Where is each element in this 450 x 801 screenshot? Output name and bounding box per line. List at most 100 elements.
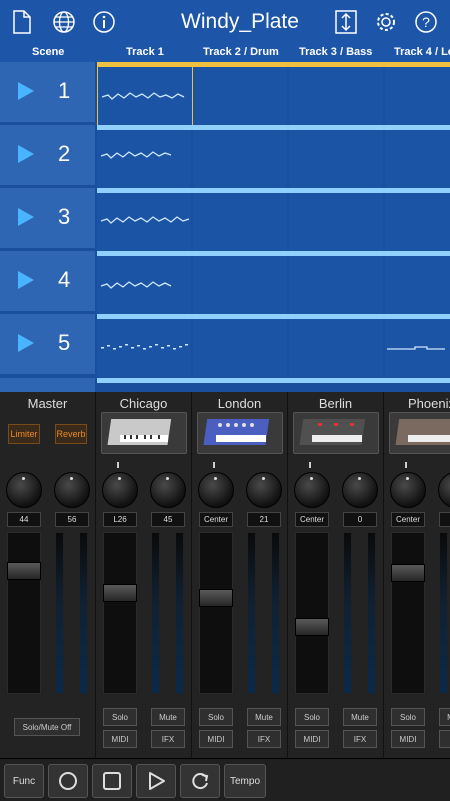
master-knob-right[interactable] (54, 472, 90, 508)
pan-knob[interactable] (102, 472, 138, 508)
play-icon[interactable] (18, 145, 34, 163)
strip-name: Master (27, 396, 68, 411)
gear-icon[interactable] (370, 6, 402, 38)
clip-cell[interactable] (385, 130, 450, 188)
synth-thumbnail[interactable] (389, 412, 450, 454)
clip-cell[interactable] (289, 319, 383, 377)
scene-row-1[interactable]: 1 (0, 62, 95, 122)
mute-button[interactable]: Mute (151, 708, 185, 726)
send-knob[interactable] (438, 472, 450, 508)
record-button[interactable] (48, 764, 88, 798)
ifx-button[interactable]: IFX (439, 730, 450, 748)
scene-row-5[interactable]: 5 (0, 314, 95, 374)
clip-cell[interactable] (97, 130, 191, 188)
clip-cell[interactable] (193, 130, 287, 188)
solo-button[interactable]: Solo (391, 708, 425, 726)
midi-button[interactable]: MIDI (199, 730, 233, 748)
reverb-button[interactable]: Reverb (55, 424, 87, 444)
pan-knob[interactable] (294, 472, 330, 508)
knob-value: 44 (7, 512, 41, 527)
clip-cell[interactable] (97, 256, 191, 314)
ifx-button[interactable]: IFX (247, 730, 281, 748)
volume-fader[interactable] (199, 589, 233, 607)
clip-cell[interactable] (193, 319, 287, 377)
resize-vertical-icon[interactable] (330, 6, 362, 38)
send-knob[interactable] (150, 472, 186, 508)
scene-row-6[interactable] (0, 378, 95, 392)
mute-button[interactable]: Mute (439, 708, 450, 726)
mute-button[interactable]: Mute (247, 708, 281, 726)
clip-cell[interactable] (97, 193, 191, 251)
ifx-button[interactable]: IFX (343, 730, 377, 748)
scene-row-4[interactable]: 4 (0, 251, 95, 311)
level-meter (343, 532, 352, 694)
midi-button[interactable]: MIDI (391, 730, 425, 748)
solo-button[interactable]: Solo (295, 708, 329, 726)
strip-name: London (217, 396, 262, 411)
level-meter (79, 532, 88, 694)
play-icon[interactable] (18, 208, 34, 226)
ifx-button[interactable]: IFX (151, 730, 185, 748)
play-icon (149, 772, 165, 790)
clip-cell[interactable] (385, 67, 450, 125)
clip-grid: 1 2 3 4 5 (0, 62, 450, 392)
volume-fader[interactable] (103, 584, 137, 602)
clip-cell[interactable] (289, 67, 383, 125)
strip-name: Berlin (318, 396, 353, 411)
master-fader[interactable] (7, 562, 41, 580)
clip-cell[interactable] (289, 130, 383, 188)
file-icon[interactable] (6, 6, 38, 38)
top-toolbar: Windy_Plate ? (0, 0, 450, 44)
clip-cell[interactable] (385, 193, 450, 251)
limiter-button[interactable]: Limiter (8, 424, 40, 444)
transport-bar: Func Tempo (0, 758, 450, 801)
solo-mute-off-button[interactable]: Solo/Mute Off (14, 718, 80, 736)
globe-icon[interactable] (48, 6, 80, 38)
solo-button[interactable]: Solo (103, 708, 137, 726)
track-3-header[interactable]: Track 3 / Bass (299, 46, 372, 58)
scene-row-2[interactable]: 2 (0, 125, 95, 185)
clip-cell[interactable] (193, 193, 287, 251)
track-1-header[interactable]: Track 1 (126, 46, 164, 58)
mute-button[interactable]: Mute (343, 708, 377, 726)
send-knob[interactable] (246, 472, 282, 508)
play-button[interactable] (136, 764, 176, 798)
master-knob-left[interactable] (6, 472, 42, 508)
help-icon[interactable]: ? (410, 6, 442, 38)
func-button[interactable]: Func (4, 764, 44, 798)
synth-thumbnail[interactable] (197, 412, 283, 454)
clip-cell[interactable] (385, 319, 450, 377)
clip-cell[interactable] (97, 319, 191, 377)
play-icon[interactable] (18, 334, 34, 352)
volume-fader[interactable] (391, 564, 425, 582)
tempo-button[interactable]: Tempo (224, 764, 266, 798)
clip-cell[interactable] (193, 67, 287, 125)
stop-button[interactable] (92, 764, 132, 798)
loop-icon (192, 773, 209, 790)
row-bar (97, 378, 450, 383)
volume-fader[interactable] (295, 618, 329, 636)
channel-strip-phoenix: Phoenix Center Solo Mute MIDI IFX (384, 392, 450, 758)
synth-thumbnail[interactable] (293, 412, 379, 454)
play-icon[interactable] (18, 271, 34, 289)
solo-button[interactable]: Solo (199, 708, 233, 726)
clip-cell[interactable] (385, 256, 450, 314)
synth-thumbnail[interactable] (101, 412, 187, 454)
send-knob[interactable] (342, 472, 378, 508)
track-2-header[interactable]: Track 2 / Drum (203, 46, 279, 58)
clip-cell[interactable] (289, 256, 383, 314)
play-icon[interactable] (18, 82, 34, 100)
scene-row-3[interactable]: 3 (0, 188, 95, 248)
pan-knob[interactable] (198, 472, 234, 508)
midi-button[interactable]: MIDI (295, 730, 329, 748)
clip-cell[interactable] (97, 67, 193, 125)
info-icon[interactable] (88, 6, 120, 38)
pan-knob[interactable] (390, 472, 426, 508)
midi-button[interactable]: MIDI (103, 730, 137, 748)
track-4-header[interactable]: Track 4 / Le (394, 46, 450, 58)
channel-strip-berlin: Berlin Center 0 Solo Mute MIDI IFX (288, 392, 384, 758)
channel-strip-london: London Center 21 Solo Mute MIDI IFX (192, 392, 288, 758)
clip-cell[interactable] (289, 193, 383, 251)
clip-cell[interactable] (193, 256, 287, 314)
loop-button[interactable] (180, 764, 220, 798)
